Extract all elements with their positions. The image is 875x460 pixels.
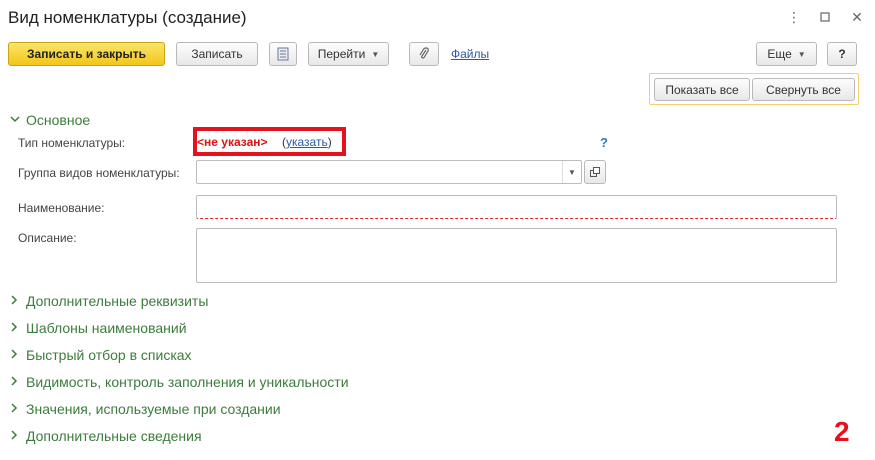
chevron-right-icon (10, 321, 26, 335)
files-link[interactable]: Файлы (451, 47, 489, 61)
open-icon[interactable] (584, 160, 606, 184)
annotation-number: 2 (834, 416, 850, 447)
window-title: Вид номенклатуры (создание) (8, 8, 247, 27)
chevron-right-icon (10, 429, 26, 443)
name-input[interactable] (196, 195, 837, 219)
type-specify: (указать) (282, 135, 332, 149)
description-label: Описание: (18, 231, 77, 245)
section-label: Шаблоны наименований (26, 320, 187, 336)
chevron-right-icon (10, 402, 26, 416)
collapse-all-button[interactable]: Свернуть все (752, 78, 855, 101)
section-name-templates[interactable]: Шаблоны наименований (10, 320, 187, 336)
description-textarea[interactable] (196, 228, 837, 283)
type-label: Тип номенклатуры: (18, 136, 126, 150)
document-list-icon[interactable] (269, 42, 297, 66)
section-label: Дополнительные реквизиты (26, 293, 209, 309)
chevron-down-icon: ▼ (371, 49, 380, 59)
more-vert-icon[interactable]: ⋮ (786, 9, 802, 25)
chevron-down-icon[interactable]: ▼ (562, 161, 581, 183)
close-icon[interactable]: ✕ (849, 9, 865, 25)
more-label: Еще (767, 47, 792, 61)
chevron-down-icon: ▼ (797, 49, 806, 59)
show-all-button[interactable]: Показать все (654, 78, 750, 101)
help-button[interactable]: ? (827, 42, 857, 66)
section-visibility[interactable]: Видимость, контроль заполнения и уникаль… (10, 374, 349, 390)
section-label: Дополнительные сведения (26, 428, 202, 444)
section-main-title: Основное (26, 112, 91, 128)
section-default-values[interactable]: Значения, используемые при создании (10, 401, 281, 417)
paperclip-icon[interactable] (409, 42, 439, 66)
section-main-header[interactable]: Основное (10, 112, 90, 128)
section-label: Видимость, контроль заполнения и уникаль… (26, 374, 349, 390)
section-quick-filter[interactable]: Быстрый отбор в списках (10, 347, 192, 363)
maximize-icon[interactable] (817, 9, 833, 25)
specify-link[interactable]: указать (286, 135, 328, 149)
name-label: Наименование: (18, 201, 105, 215)
section-label: Значения, используемые при создании (26, 401, 281, 417)
save-button[interactable]: Записать (176, 42, 258, 66)
goto-label: Перейти (317, 47, 366, 61)
chevron-down-icon (10, 114, 26, 126)
goto-menu-button[interactable]: Перейти ▼ (308, 42, 389, 66)
chevron-right-icon (10, 294, 26, 308)
group-input[interactable]: ▼ (196, 160, 582, 184)
save-and-close-button[interactable]: Записать и закрыть (8, 42, 165, 66)
group-label: Группа видов номенклатуры: (18, 166, 180, 180)
chevron-right-icon (10, 375, 26, 389)
section-additional-info[interactable]: Дополнительные сведения (10, 428, 202, 444)
more-menu-button[interactable]: Еще ▼ (756, 42, 817, 66)
chevron-right-icon (10, 348, 26, 362)
type-value: <не указан> (197, 135, 268, 149)
section-label: Быстрый отбор в списках (26, 347, 192, 363)
type-help-icon[interactable]: ? (600, 135, 608, 150)
section-additional-attributes[interactable]: Дополнительные реквизиты (10, 293, 208, 309)
